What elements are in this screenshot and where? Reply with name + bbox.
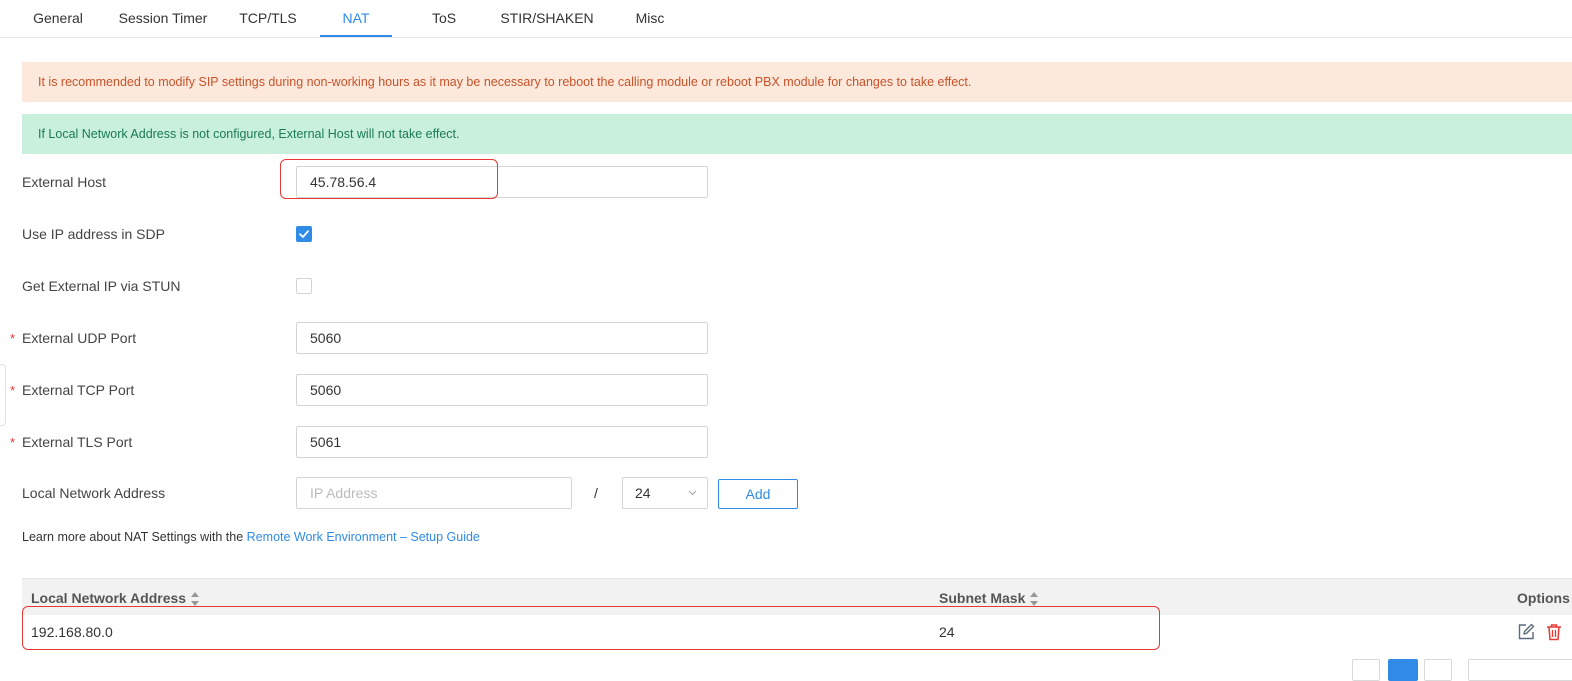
page-size-select[interactable] bbox=[1468, 659, 1572, 681]
sort-icon[interactable] bbox=[191, 592, 200, 607]
local-network-label: Local Network Address bbox=[22, 485, 166, 501]
tab-session-timer[interactable]: Session Timer bbox=[108, 0, 218, 36]
external-host-label: External Host bbox=[22, 174, 107, 190]
trash-icon[interactable] bbox=[1544, 622, 1564, 642]
tcp-port-input[interactable] bbox=[296, 374, 708, 406]
subnet-mask-value: 24 bbox=[635, 485, 651, 501]
column-label: Subnet Mask bbox=[939, 590, 1026, 606]
column-options: Options bbox=[1517, 590, 1570, 606]
tab-nat[interactable]: NAT bbox=[320, 0, 392, 37]
tcp-port-label: External TCP Port bbox=[22, 382, 135, 398]
info-alert: If Local Network Address is not configur… bbox=[22, 114, 1572, 154]
tab-misc[interactable]: Misc bbox=[620, 0, 680, 36]
local-network-ip-input[interactable] bbox=[296, 477, 572, 509]
table-row: 192.168.80.0 24 bbox=[22, 614, 1572, 650]
tab-bar: General Session Timer TCP/TLS NAT ToS ST… bbox=[0, 0, 1572, 38]
tls-port-label: External TLS Port bbox=[22, 434, 133, 450]
learn-more-text: Learn more about NAT Settings with the R… bbox=[22, 530, 480, 544]
stun-label: Get External IP via STUN bbox=[22, 278, 181, 294]
table-header: Local Network Address Subnet Mask Option… bbox=[22, 578, 1572, 615]
side-collapse-handle[interactable] bbox=[0, 364, 6, 426]
stun-checkbox[interactable] bbox=[296, 278, 312, 294]
pager-prev-button[interactable] bbox=[1352, 659, 1380, 681]
column-subnet-mask[interactable]: Subnet Mask bbox=[939, 579, 1039, 615]
setup-guide-link[interactable]: Remote Work Environment – Setup Guide bbox=[247, 530, 480, 544]
tab-stir-shaken[interactable]: STIR/SHAKEN bbox=[494, 0, 600, 36]
check-icon bbox=[299, 230, 309, 238]
pager-page-button[interactable] bbox=[1388, 659, 1418, 681]
chevron-down-icon bbox=[688, 478, 697, 521]
warning-alert: It is recommended to modify SIP settings… bbox=[22, 62, 1572, 102]
external-host-input[interactable] bbox=[296, 166, 708, 198]
tab-general[interactable]: General bbox=[22, 0, 94, 36]
slash-separator: / bbox=[594, 485, 598, 501]
column-label: Local Network Address bbox=[31, 590, 187, 606]
use-ip-sdp-label: Use IP address in SDP bbox=[22, 226, 165, 242]
edit-icon[interactable] bbox=[1516, 622, 1536, 642]
row-address: 192.168.80.0 bbox=[31, 624, 113, 640]
tab-tos[interactable]: ToS bbox=[410, 0, 478, 36]
add-button[interactable]: Add bbox=[718, 479, 798, 509]
use-ip-sdp-checkbox[interactable] bbox=[296, 226, 312, 242]
required-marker: * bbox=[10, 331, 16, 346]
tls-port-input[interactable] bbox=[296, 426, 708, 458]
pager-next-button[interactable] bbox=[1424, 659, 1452, 681]
column-local-network-address[interactable]: Local Network Address bbox=[31, 579, 200, 615]
udp-port-input[interactable] bbox=[296, 322, 708, 354]
udp-port-label: External UDP Port bbox=[22, 330, 137, 346]
row-subnet-mask: 24 bbox=[939, 624, 955, 640]
tab-tcp-tls[interactable]: TCP/TLS bbox=[232, 0, 304, 36]
required-marker: * bbox=[10, 383, 16, 398]
required-marker: * bbox=[10, 435, 16, 450]
learn-more-prefix: Learn more about NAT Settings with the bbox=[22, 530, 247, 544]
sort-icon[interactable] bbox=[1030, 592, 1039, 607]
subnet-mask-select[interactable]: 24 bbox=[622, 477, 708, 509]
